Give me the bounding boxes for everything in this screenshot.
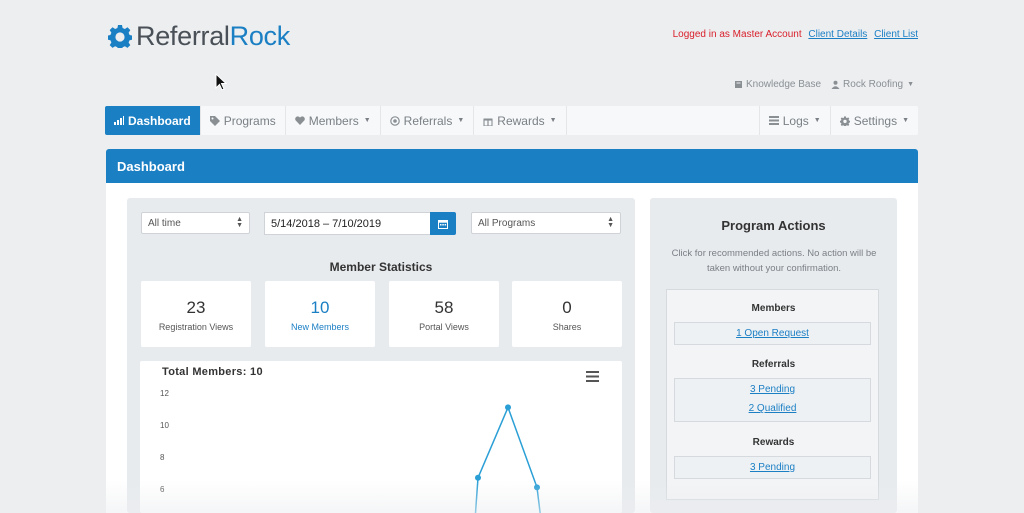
caret-down-icon: ▼ [813,117,821,124]
knowledge-base-link[interactable]: Knowledge Base [734,79,821,90]
knowledge-base-label: Knowledge Base [745,79,822,90]
nav-logs[interactable]: Logs ▼ [760,106,831,135]
stat-value: 0 [562,298,572,317]
tag-icon [209,115,220,126]
login-info: Logged in as Master Account Client Detai… [673,29,918,40]
nav-spacer [567,106,760,135]
main-nav: Dashboard Programs Members ▼ Referrals ▼ R… [105,106,918,135]
referrals-actions: 3 Pending 2 Qualified [674,378,871,422]
account-dropdown[interactable]: Rock Roofing ▼ [831,79,914,90]
nav-rewards-label: Rewards [497,113,545,128]
data-point[interactable] [475,474,481,481]
data-point[interactable] [505,404,511,411]
nav-members[interactable]: Members ▼ [286,106,381,135]
series-line [474,405,541,513]
stat-card-portal-views: 58 Portal Views [389,281,499,347]
time-range-select[interactable]: All time ▲ ▼ [141,212,250,234]
stat-card-registration-views: 23 Registration Views [141,281,251,347]
data-point[interactable] [534,484,540,491]
program-actions-description: Click for recommended actions. No action… [671,248,877,274]
gift-icon [483,118,493,126]
nav-settings-label: Settings [853,113,898,128]
y-tick-label: 10 [160,421,169,430]
brand-logo[interactable]: Referral Rock [108,20,290,52]
members-heading: Members [751,303,796,314]
nav-rewards[interactable]: Rewards ▼ [474,106,567,135]
members-actions: 1 Open Request [674,322,871,345]
caret-down-icon: ▼ [549,117,557,124]
stat-card-new-members[interactable]: 10 New Members [265,281,375,347]
stat-label: New Members [290,322,349,332]
utility-nav: Knowledge Base Rock Roofing ▼ [734,79,914,90]
dashboard-header: Dashboard [106,149,918,183]
heart-icon [294,116,305,125]
referrals-heading: Referrals [751,359,796,370]
dashboard-title: Dashboard [117,158,185,174]
stat-label: Registration Views [158,322,234,332]
stat-value: 10 [310,298,330,317]
nav-dashboard[interactable]: Dashboard [105,106,201,135]
stat-value: 23 [186,298,206,317]
gear-logo-icon [108,25,132,48]
pending-rewards-link[interactable]: 3 Pending [675,462,870,473]
program-actions-title: Program Actions [721,218,826,233]
rewards-heading: Rewards [752,437,795,448]
calendar-icon [438,219,448,229]
nav-referrals-label: Referrals [403,113,453,128]
nav-members-label: Members [308,113,359,128]
user-icon [831,80,840,89]
mouse-cursor-icon [215,73,227,91]
time-range-value: All time [148,217,181,229]
open-request-link[interactable]: 1 Open Request [675,328,870,339]
program-value: All Programs [478,217,536,229]
date-range-input[interactable]: 5/14/2018 – 7/10/2019 [264,212,431,235]
calendar-button[interactable] [430,212,456,235]
program-select[interactable]: All Programs ▲ ▼ [471,212,621,234]
nav-dashboard-label: Dashboard [128,113,191,128]
client-details-link[interactable]: Client Details [808,29,867,40]
qualified-referrals-link[interactable]: 2 Qualified [675,403,870,414]
select-arrows-icon: ▲ ▼ [236,216,243,229]
nav-referrals[interactable]: Referrals ▼ [381,106,475,135]
caret-down-icon: ▼ [363,117,371,124]
list-icon [768,116,779,125]
select-arrows-icon: ▲ ▼ [607,216,614,229]
stat-label: Portal Views [419,322,469,332]
nav-programs[interactable]: Programs [201,106,286,135]
stat-value: 58 [434,298,454,317]
gear-icon [839,115,850,126]
chart-plot-area: 12 10 8 6 [160,389,541,513]
brand-word-2: Rock [229,20,291,51]
nav-programs-label: Programs [223,113,276,128]
y-tick-label: 8 [160,453,165,462]
nav-settings[interactable]: Settings ▼ [831,106,918,135]
chart-title: Total Members: 10 [162,366,263,378]
stat-card-shares: 0 Shares [512,281,622,347]
y-tick-label: 12 [160,389,169,398]
book-icon [734,81,742,88]
client-list-link[interactable]: Client List [874,29,918,40]
caret-down-icon: ▼ [457,117,465,124]
member-statistics-title: Member Statistics [329,260,433,274]
target-icon [389,115,400,126]
account-label: Rock Roofing [843,79,904,90]
stat-label: Shares [552,322,582,332]
login-text: Logged in as Master Account [672,29,802,40]
y-tick-label: 6 [160,485,165,494]
bar-chart-icon [114,116,124,125]
caret-down-icon: ▼ [907,81,914,88]
nav-logs-label: Logs [782,113,809,128]
rewards-actions: 3 Pending [674,456,871,479]
date-range-value: 5/14/2018 – 7/10/2019 [271,217,382,230]
pending-referrals-link[interactable]: 3 Pending [675,384,870,395]
brand-word-1: Referral [136,20,230,51]
caret-down-icon: ▼ [902,117,909,124]
